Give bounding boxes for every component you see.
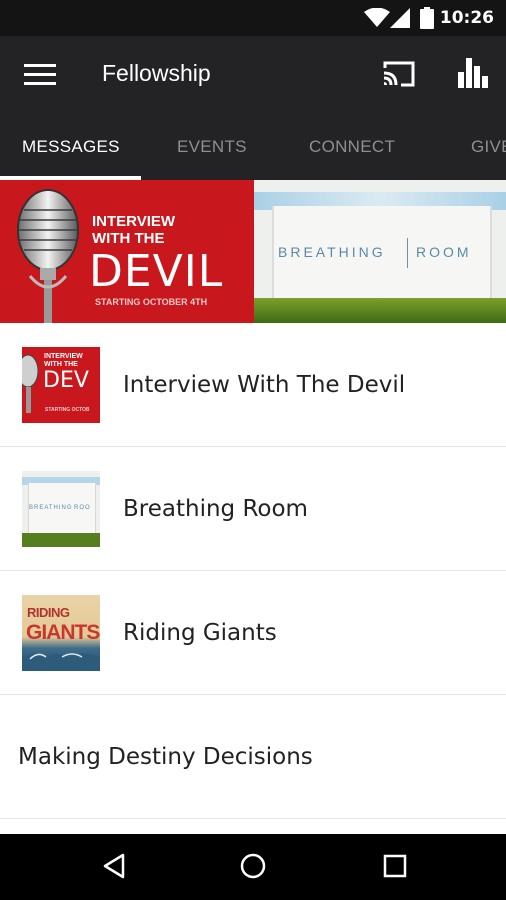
thumbnail-riding-giants: RIDING GIANTS [22, 595, 100, 671]
tab-give[interactable]: GIVE [471, 114, 506, 180]
banner-br-word1: BREATHING [278, 244, 386, 260]
app-bar: Fellowship [0, 36, 506, 114]
thumbnail-breathing-room: BREATHING ROO [22, 471, 100, 547]
list-item[interactable]: Making Destiny Decisions [0, 695, 506, 819]
banner-itw-title: DEVIL [89, 246, 224, 297]
thumb-rg-word1: RIDING [27, 605, 70, 620]
list-item[interactable]: BREATHING ROO Breathing Room [0, 447, 506, 571]
cast-icon[interactable] [382, 60, 416, 92]
thumbnail-interview-with-the-devil: INTERVIEW WITH THE DEV STARTING OCTOB [22, 347, 100, 423]
recents-icon[interactable] [382, 852, 408, 884]
thumb-br-word2: ROO [74, 505, 91, 511]
menu-icon[interactable] [24, 64, 56, 86]
message-title: Making Destiny Decisions [18, 744, 313, 770]
thumb-room-grass [22, 533, 100, 547]
status-bar: 10:26 [0, 0, 506, 36]
banner-itw-line1: INTERVIEW [92, 213, 176, 230]
back-icon[interactable] [101, 852, 127, 884]
thumb-rg-word2: GIANTS [26, 621, 100, 644]
system-nav-bar [0, 834, 506, 900]
thumb-itw-date: STARTING OCTOB [45, 407, 90, 413]
banner-itw-date: STARTING OCTOBER 4TH [95, 297, 208, 307]
featured-breathing-room[interactable]: BREATHING ROOM [254, 180, 506, 323]
banner-itw-line2: WITH THE [92, 230, 165, 247]
wifi-icon [364, 7, 390, 32]
list-item[interactable]: RIDING GIANTS Riding Giants [0, 571, 506, 695]
thumb-itw-line2: WITH THE [44, 361, 78, 368]
featured-banner: INTERVIEW WITH THE DEVIL STARTING OCTOBE… [0, 180, 506, 323]
thumb-itw-title: DEV [43, 368, 89, 393]
tab-connect[interactable]: CONNECT [309, 114, 395, 180]
battery-icon [420, 7, 434, 33]
message-title: Interview With The Devil [123, 372, 406, 398]
status-time: 10:26 [439, 8, 494, 28]
microphone-icon [10, 188, 90, 323]
banner-br-word2: ROOM [416, 244, 472, 260]
wave-icon [22, 645, 100, 671]
banner-br-divider [407, 238, 408, 268]
app-title: Fellowship [102, 60, 211, 86]
thumb-br-word1: BREATHING [29, 505, 73, 511]
signal-icon [390, 8, 410, 32]
message-title: Breathing Room [123, 496, 308, 522]
message-title: Riding Giants [123, 620, 277, 646]
tab-messages[interactable]: MESSAGES [22, 114, 120, 180]
home-icon[interactable] [239, 852, 267, 884]
list-item[interactable]: INTERVIEW WITH THE DEV STARTING OCTOB In… [0, 323, 506, 447]
tab-events[interactable]: EVENTS [177, 114, 247, 180]
thumb-itw-line1: INTERVIEW [44, 353, 83, 360]
room-grass-floor [254, 298, 506, 323]
stats-icon[interactable] [456, 58, 490, 92]
featured-interview-with-the-devil[interactable]: INTERVIEW WITH THE DEVIL STARTING OCTOBE… [0, 180, 254, 323]
microphone-icon [22, 353, 40, 417]
tab-bar: MESSAGES EVENTS CONNECT GIVE [0, 114, 506, 180]
